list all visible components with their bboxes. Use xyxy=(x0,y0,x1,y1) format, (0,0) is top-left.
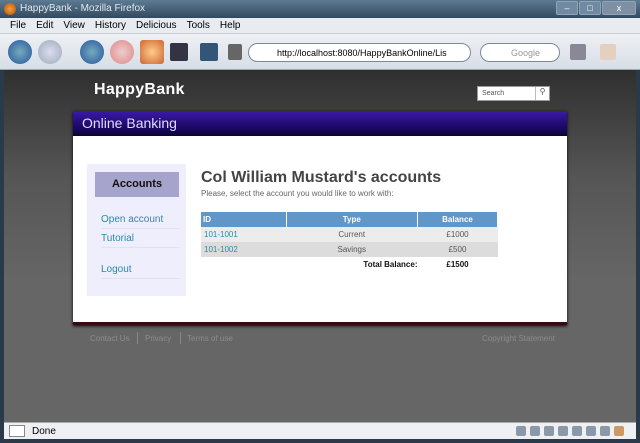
connection-icon xyxy=(9,425,25,437)
bookmark-icon[interactable] xyxy=(170,43,188,61)
addon-icon[interactable] xyxy=(600,426,610,436)
status-text: Done xyxy=(32,426,56,437)
forward-icon[interactable] xyxy=(38,40,62,64)
page-viewport: HappyBank Search ⚲ Online Banking Account… xyxy=(4,70,636,422)
accounts-table: ID Type Balance 101-1001 Current £1000 101-1… xyxy=(201,212,498,272)
navigation-toolbar: http://localhost:8080/HappyBankOnline/Li… xyxy=(0,34,640,70)
sidebar-item-logout[interactable]: Logout xyxy=(101,264,180,279)
firefox-icon xyxy=(4,3,16,15)
account-id[interactable]: 101-1001 xyxy=(201,227,286,242)
sidebar-item-accounts[interactable]: Accounts xyxy=(95,172,179,197)
close-button[interactable]: x xyxy=(602,1,636,15)
status-bar: Done xyxy=(4,422,636,439)
back-icon[interactable] xyxy=(8,40,32,64)
minimize-button[interactable]: – xyxy=(556,1,578,15)
menu-view[interactable]: View xyxy=(63,20,85,33)
window-icon[interactable] xyxy=(570,44,586,60)
firebug-icon[interactable] xyxy=(614,426,624,436)
menu-file[interactable]: File xyxy=(10,20,26,33)
footer-divider xyxy=(180,332,181,344)
addon-icon[interactable] xyxy=(516,426,526,436)
table-row[interactable]: 101-1002 Savings £500 xyxy=(201,242,498,257)
home-icon[interactable] xyxy=(140,40,164,64)
sidebar: Accounts Open account Tutorial Logout xyxy=(87,164,186,296)
sidebar-item-open-account[interactable]: Open account xyxy=(101,214,180,229)
reload-icon[interactable] xyxy=(80,40,104,64)
maximize-button[interactable]: □ xyxy=(579,1,601,15)
dz-icon[interactable] xyxy=(558,426,568,436)
total-value: £1500 xyxy=(417,257,498,272)
page-title: Col William Mustard's accounts xyxy=(201,169,442,186)
menu-edit[interactable]: Edit xyxy=(36,20,53,33)
menu-bar: File Edit View History Delicious Tools H… xyxy=(0,18,640,34)
sidebar-item-tutorial[interactable]: Tutorial xyxy=(101,233,180,248)
menu-delicious[interactable]: Delicious xyxy=(136,20,177,33)
column-balance: Balance xyxy=(417,212,498,227)
addon-icon[interactable] xyxy=(530,426,540,436)
footer-contact-us[interactable]: Contact Us xyxy=(90,334,130,343)
footer-divider xyxy=(137,332,138,344)
sidebar-icon[interactable] xyxy=(200,43,218,61)
footer-terms[interactable]: Terms of use xyxy=(187,334,233,343)
addon-icon[interactable] xyxy=(586,426,596,436)
column-type: Type xyxy=(286,212,418,227)
status-icons xyxy=(516,426,624,436)
page-subtitle: Please, select the account you would lik… xyxy=(201,189,394,198)
tag-icon[interactable] xyxy=(228,44,242,60)
total-label: Total Balance: xyxy=(286,257,418,272)
account-type: Savings xyxy=(286,242,418,257)
account-type: Current xyxy=(286,227,418,242)
calendar-icon[interactable] xyxy=(600,44,616,60)
account-id[interactable]: 101-1002 xyxy=(201,242,286,257)
banner: Online Banking xyxy=(73,111,567,136)
menu-history[interactable]: History xyxy=(95,20,126,33)
footer-privacy[interactable]: Privacy xyxy=(145,334,171,343)
site-logo[interactable]: HappyBank xyxy=(94,81,185,99)
search-engine-input[interactable]: Google xyxy=(480,43,560,62)
title-bar: HappyBank - Mozilla Firefox – □ x xyxy=(0,0,640,18)
site-search-input[interactable]: Search ⚲ xyxy=(477,86,550,101)
search-icon[interactable]: ⚲ xyxy=(535,87,549,100)
column-id: ID xyxy=(201,212,287,227)
url-bar[interactable]: http://localhost:8080/HappyBankOnline/Li… xyxy=(248,43,471,62)
account-balance: £1000 xyxy=(417,227,498,242)
search-placeholder: Search xyxy=(482,90,505,97)
footer-copyright[interactable]: Copyright Statement xyxy=(482,334,555,343)
menu-help[interactable]: Help xyxy=(220,20,241,33)
stop-icon[interactable] xyxy=(110,40,134,64)
account-balance: £500 xyxy=(417,242,498,257)
menu-tools[interactable]: Tools xyxy=(187,20,210,33)
addon-icon[interactable] xyxy=(572,426,582,436)
main-card: Online Banking Accounts Open account Tut… xyxy=(73,111,567,325)
window-title: HappyBank - Mozilla Firefox xyxy=(20,3,146,14)
mail-icon[interactable] xyxy=(544,426,554,436)
table-row[interactable]: 101-1001 Current £1000 xyxy=(201,227,498,242)
